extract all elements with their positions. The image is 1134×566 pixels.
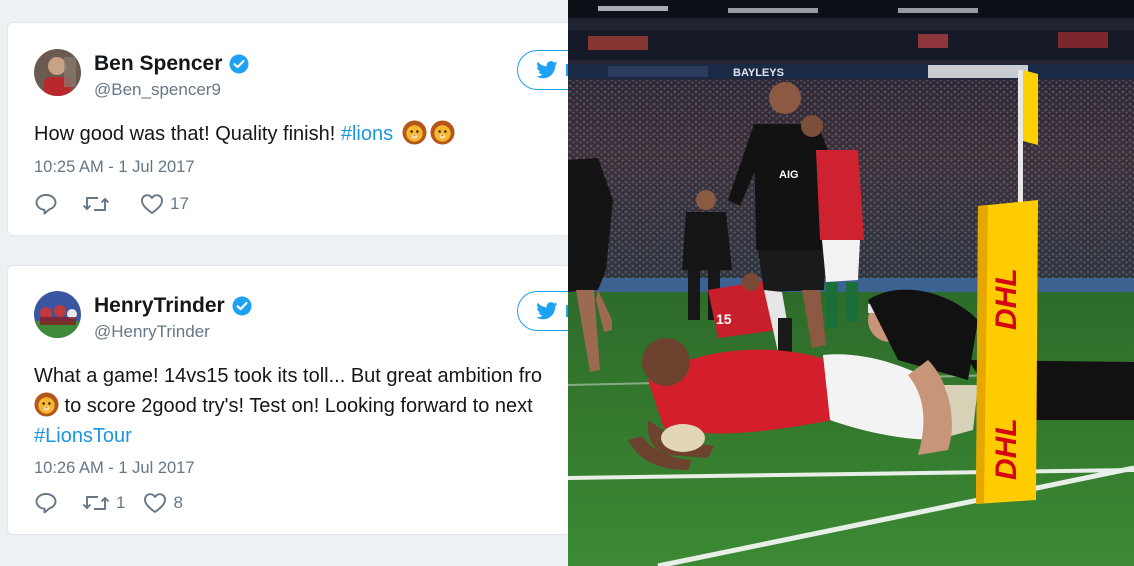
bayleys-board: BAYLEYS [733, 67, 784, 79]
player-head [769, 82, 801, 114]
tweet-actions: 17 [34, 193, 213, 215]
like-button[interactable]: 8 [143, 492, 183, 514]
author-handle[interactable]: @Ben_spencer9 [94, 80, 221, 100]
author-name[interactable]: HenryTrinder [94, 294, 225, 318]
reply-icon [35, 194, 57, 215]
verified-badge-icon [232, 296, 252, 316]
author-name[interactable]: Ben Spencer [94, 52, 222, 76]
dhl-logo: DHL [990, 268, 1023, 330]
tweet-text: What a game! 14vs15 took its toll... But… [34, 361, 568, 451]
corner-flag [1023, 70, 1038, 145]
retweet-button[interactable] [82, 193, 116, 215]
lion-emoji-icon [402, 120, 427, 145]
photo-illustration: BAYLEYS 15 AIG DHL DHL [568, 0, 1134, 566]
tweet-text: How good was that! Quality finish! #lion… [34, 119, 568, 149]
like-icon [141, 194, 163, 214]
like-count: 8 [173, 493, 183, 512]
player-head [642, 338, 690, 386]
avatar[interactable] [34, 49, 81, 96]
retweet-button[interactable]: 1 [82, 492, 125, 514]
verified-badge-icon [229, 54, 249, 74]
rugby-try-photo: BAYLEYS 15 AIG DHL DHL [568, 0, 1134, 566]
like-icon [144, 493, 167, 513]
retweet-icon [82, 496, 110, 510]
dhl-logo: DHL [990, 418, 1023, 480]
like-count: 17 [170, 194, 189, 213]
reply-button[interactable] [34, 193, 58, 215]
twitter-bird-icon [536, 61, 558, 79]
twitter-bird-icon [536, 302, 558, 320]
tweet-text-line-1: What a game! 14vs15 took its toll... But… [34, 365, 543, 387]
twitter-follow-button[interactable] [517, 291, 568, 331]
avatar[interactable] [34, 291, 81, 338]
hashtag-link[interactable]: #lions [341, 123, 393, 145]
retweet-count: 1 [116, 493, 126, 512]
tweets-panel: Ben Spencer @Ben_spencer9 How good was t… [0, 0, 568, 566]
reply-icon [35, 493, 57, 514]
tweet-timestamp[interactable]: 10:26 AM - 1 Jul 2017 [34, 459, 195, 478]
tweet-text-main: How good was that! Quality finish! [34, 123, 341, 145]
lion-emoji-icon [430, 120, 455, 145]
tweet-card[interactable]: HenryTrinder @HenryTrinder What a game! … [7, 265, 568, 535]
twitter-follow-button[interactable] [517, 50, 568, 90]
tweet-timestamp[interactable]: 10:25 AM - 1 Jul 2017 [34, 158, 195, 177]
rugby-ball [661, 424, 705, 452]
tweet-text-line-2: to score 2good try's! Test on! Looking f… [34, 391, 568, 421]
tweet-text-line-2-text: to score 2good try's! Test on! Looking f… [59, 395, 533, 417]
jersey-sponsor: AIG [779, 169, 799, 181]
lion-emoji-icon [34, 392, 59, 417]
hashtag-link[interactable]: #LionsTour [34, 421, 568, 451]
tweet-actions: 1 8 [34, 492, 207, 514]
author-handle[interactable]: @HenryTrinder [94, 322, 210, 342]
jersey-number: 15 [716, 311, 732, 327]
retweet-icon [82, 197, 110, 211]
like-button[interactable]: 17 [140, 193, 189, 215]
reply-button[interactable] [34, 492, 58, 514]
tweet-card[interactable]: Ben Spencer @Ben_spencer9 How good was t… [7, 22, 568, 236]
